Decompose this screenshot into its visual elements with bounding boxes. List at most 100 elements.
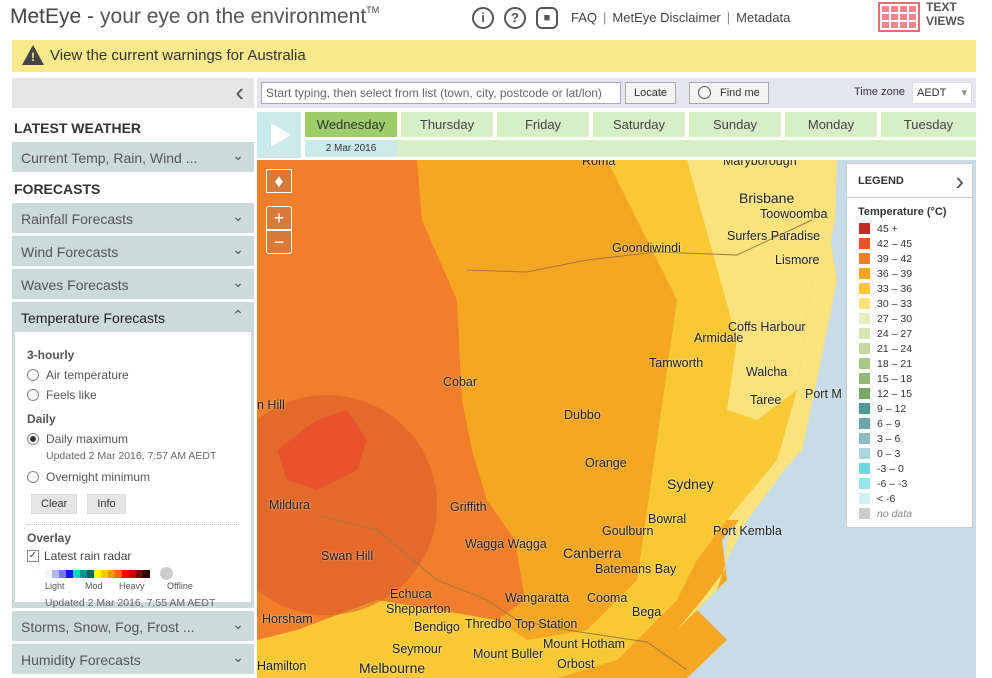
zoom-in-button[interactable]: +: [266, 206, 292, 230]
chevron-down-icon: ⌄: [232, 274, 244, 290]
warnings-bar[interactable]: ! View the current warnings for Australi…: [12, 40, 976, 72]
table-icon: [878, 2, 920, 32]
find-me-button[interactable]: Find me: [689, 82, 769, 104]
map-label: Cooma: [587, 591, 628, 605]
map-label: Taree: [750, 393, 782, 407]
day-tab-saturday[interactable]: Saturday: [593, 112, 685, 137]
rain-radar-checkbox[interactable]: ✓ Latest rain radar: [27, 549, 239, 563]
day-tab-wednesday[interactable]: Wednesday: [305, 112, 397, 137]
accordion-storms[interactable]: Storms, Snow, Fog, Frost ... ⌄: [12, 611, 254, 641]
text-views-label: TEXT VIEWS: [926, 0, 965, 28]
faq-link[interactable]: FAQ: [571, 10, 597, 25]
clear-button[interactable]: Clear: [31, 494, 78, 514]
disclaimer-link[interactable]: MetEye Disclaimer: [612, 10, 720, 25]
overnight-minimum-radio[interactable]: Overnight minimum: [27, 470, 239, 484]
link-separator: |: [603, 10, 607, 25]
legend-label: no data: [877, 507, 913, 520]
legend-swatch: [859, 478, 870, 489]
air-temperature-radio[interactable]: Air temperature: [27, 368, 239, 382]
timeline-bar[interactable]: 2 Mar 2016: [305, 140, 976, 157]
tz-value: AEDT: [917, 87, 947, 99]
radar-intensity-scale: [45, 570, 150, 578]
legend-row: 27 – 30: [847, 311, 972, 326]
map-label: Mildura: [269, 498, 310, 512]
map-label: Thredbo Top Station: [465, 617, 578, 631]
map-label: Hamilton: [257, 659, 307, 673]
day-tab-thursday[interactable]: Thursday: [401, 112, 493, 137]
map-label: Bendigo: [414, 620, 460, 634]
legend-row: 15 – 18: [847, 371, 972, 386]
timezone-select[interactable]: AEDT ▾: [912, 82, 972, 104]
location-search-input[interactable]: Start typing, then select from list (tow…: [261, 82, 621, 104]
legend-row: 36 – 39: [847, 266, 972, 281]
accordion-humidity[interactable]: Humidity Forecasts ⌄: [12, 644, 254, 674]
feels-like-radio[interactable]: Feels like: [27, 388, 239, 402]
day-tab-tuesday[interactable]: Tuesday: [881, 112, 976, 137]
accordion-label: Current Temp, Rain, Wind ...: [21, 150, 198, 166]
chevron-left-icon: ‹: [235, 77, 244, 107]
legend-swatch: [859, 298, 870, 309]
info-button[interactable]: Info: [87, 494, 126, 514]
brand-trademark: TM: [366, 5, 380, 15]
info-icon[interactable]: i: [472, 7, 494, 29]
legend-row: 18 – 21: [847, 356, 972, 371]
daily-maximum-radio[interactable]: Daily maximum: [27, 432, 239, 446]
map-label: Melbourne: [359, 660, 426, 676]
accordion-current-temp[interactable]: Current Temp, Rain, Wind ... ⌄: [12, 142, 254, 172]
day-tab-monday[interactable]: Monday: [785, 112, 877, 137]
accordion-wind[interactable]: Wind Forecasts ⌄: [12, 236, 254, 266]
map-label: Tamworth: [649, 356, 704, 370]
accordion-rainfall[interactable]: Rainfall Forecasts ⌄: [12, 203, 254, 233]
find-me-label: Find me: [720, 87, 760, 99]
accordion-label: Rainfall Forecasts: [21, 211, 134, 227]
legend-swatch: [859, 493, 870, 504]
location-toolbar: Start typing, then select from list (tow…: [257, 78, 976, 108]
map-label: Bowral: [648, 512, 687, 526]
site-brand[interactable]: MetEye - your eye on the environmentTM: [10, 5, 379, 29]
metadata-link[interactable]: Metadata: [736, 10, 790, 25]
map-label: Goulburn: [602, 524, 654, 538]
map-label: Canberra: [563, 545, 622, 561]
accordion-temperature[interactable]: Temperature Forecasts ⌃: [12, 302, 254, 332]
day-tab-sunday[interactable]: Sunday: [689, 112, 781, 137]
legend-row: 21 – 24: [847, 341, 972, 356]
legend-row: 45 +: [847, 221, 972, 236]
map-label: Maryborough: [723, 160, 797, 168]
feedback-icon[interactable]: ■: [536, 7, 558, 29]
legend-label: 0 – 3: [877, 447, 901, 460]
australia-view-button[interactable]: ♦: [266, 169, 292, 193]
radar-updated-text: Updated 2 Mar 2016, 7:55 AM AEDT: [45, 597, 216, 609]
warnings-link[interactable]: View the current warnings for Australia: [50, 47, 306, 64]
accordion-waves[interactable]: Waves Forecasts ⌄: [12, 269, 254, 299]
locate-button[interactable]: Locate: [625, 82, 677, 104]
chevron-down-icon: ⌄: [232, 241, 244, 257]
text-views-button[interactable]: TEXT VIEWS: [876, 0, 974, 34]
chevron-down-icon: ⌄: [232, 147, 244, 163]
legend-row: 0 – 3: [847, 446, 972, 461]
legend-label: 18 – 21: [877, 357, 913, 370]
forecast-days: Wednesday Thursday Friday Saturday Sunda…: [257, 112, 976, 158]
map-label: Griffith: [450, 500, 487, 514]
offline-label: Offline: [167, 581, 193, 591]
link-separator: |: [726, 10, 731, 25]
map-label: Sydney: [667, 476, 714, 492]
map[interactable]: ♦ + − Roma Maryborough Brisbane Toowoomb…: [257, 160, 976, 678]
legend-swatch: [859, 253, 870, 264]
legend-label: -3 – 0: [877, 462, 904, 475]
zoom-out-button[interactable]: −: [266, 230, 292, 254]
help-icon[interactable]: ?: [504, 7, 526, 29]
legend-collapse-icon[interactable]: ›: [955, 166, 964, 197]
accordion-label: Temperature Forecasts: [21, 310, 165, 326]
legend-header[interactable]: › LEGEND: [847, 164, 972, 198]
legend-row: 39 – 42: [847, 251, 972, 266]
legend-swatch: [859, 238, 870, 249]
legend-swatch: [859, 328, 870, 339]
legend-swatch: [859, 313, 870, 324]
play-animation-button[interactable]: [257, 112, 301, 158]
temperature-panel: 3-hourly Air temperature Feels like Dail…: [12, 332, 254, 609]
map-label: Orbost: [557, 657, 595, 671]
day-tab-friday[interactable]: Friday: [497, 112, 589, 137]
collapse-sidebar-button[interactable]: ‹: [12, 78, 254, 108]
map-label: Toowoomba: [760, 207, 828, 221]
legend-title: Temperature (°C): [858, 206, 947, 218]
